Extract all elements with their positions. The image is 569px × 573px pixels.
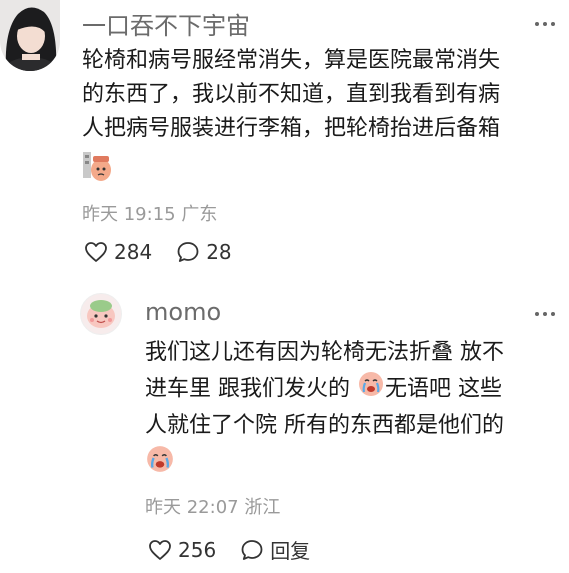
more-icon[interactable] (533, 18, 557, 30)
comment-line: 轮椅和病号服经常消失，算是医院最常消失 (82, 48, 501, 73)
reply-actions: 256 回复 (148, 535, 310, 564)
like-count: 256 (178, 537, 217, 562)
reply-line: 我们这儿还有因为轮椅无法折叠 放不 (145, 340, 504, 365)
reply-count: 28 (206, 240, 232, 264)
comment-actions: 284 28 (84, 240, 232, 264)
like-count: 284 (114, 240, 153, 264)
comment-text: 轮椅和病号服经常消失，算是医院最常消失 的东西了，我以前不知道，直到我看到有病 … (82, 44, 500, 146)
reply-line: 人就住了个院 所有的东西都是他们的 (145, 413, 504, 438)
reply-meta: 昨天 22:07 浙江 (145, 497, 281, 518)
sticker-emoji (82, 150, 112, 182)
comment-line: 人把病号服装进行李箱，把轮椅抬进后备箱 (82, 116, 501, 141)
reply-line-part: 进车里 跟我们发火的 (145, 376, 357, 402)
reply-line: 进车里 跟我们发火的 无语吧 这些 (145, 370, 504, 409)
reply-text: 我们这儿还有因为轮椅无法折叠 放不 进车里 跟我们发火的 无语吧 这些 人就住了… (145, 336, 504, 443)
avatar[interactable] (0, 0, 60, 71)
comment-line: 的东西了，我以前不知道，直到我看到有病 (82, 82, 501, 107)
comment-username[interactable]: 一口吞不下宇宙 (82, 6, 250, 41)
reply-avatar[interactable] (80, 293, 122, 335)
reply-label: 回复 (270, 539, 311, 563)
reply-line-part: 无语吧 这些 (385, 376, 502, 402)
like-button[interactable]: 256 (148, 538, 216, 562)
reply-count-button[interactable]: 28 (176, 240, 232, 264)
comment-meta: 昨天 19:15 广东 (82, 204, 218, 225)
like-button[interactable]: 284 (84, 240, 152, 264)
reply-button[interactable]: 回复 (240, 535, 310, 564)
heart-icon (149, 539, 171, 560)
crying-face-emoji (357, 370, 385, 409)
crying-face-emoji (145, 444, 175, 474)
heart-icon (85, 242, 107, 262)
reply-username[interactable]: momo (145, 298, 221, 326)
comment-icon (241, 539, 263, 560)
more-icon[interactable] (533, 308, 557, 320)
comment-icon (177, 242, 199, 262)
